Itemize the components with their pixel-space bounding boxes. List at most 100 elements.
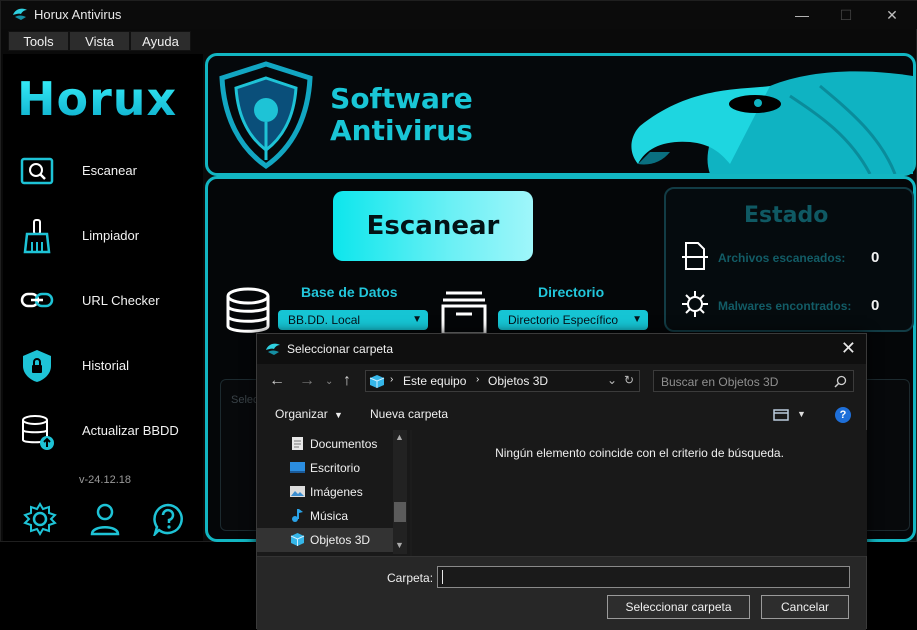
sidebar-item-label: Actualizar BBDD bbox=[82, 423, 179, 438]
forward-arrow-icon[interactable]: → bbox=[299, 372, 315, 390]
database-select-value: BB.DD. Local bbox=[288, 313, 361, 327]
sidebar-item-actualizar-bbdd[interactable]: Actualizar BBDD bbox=[3, 406, 203, 456]
close-icon[interactable]: ✕ bbox=[841, 338, 856, 359]
scroll-down-icon[interactable]: ▼ bbox=[395, 540, 404, 550]
header-title-line1: Software bbox=[330, 82, 473, 115]
files-scanned-label: Archivos escaneados: bbox=[718, 251, 846, 265]
help-icon[interactable] bbox=[151, 502, 185, 536]
music-note-icon bbox=[292, 509, 303, 522]
caret-down-icon: ▼ bbox=[334, 410, 343, 420]
recent-chevron-icon[interactable]: ⌄ bbox=[325, 376, 333, 387]
database-icon bbox=[226, 287, 270, 333]
database-select[interactable]: BB.DD. Local ▼ bbox=[278, 310, 428, 330]
new-folder-button[interactable]: Nueva carpeta bbox=[370, 407, 448, 421]
files-scanned-value: 0 bbox=[871, 249, 880, 266]
shield-lock-icon bbox=[23, 350, 51, 382]
nav-item-label: Imágenes bbox=[310, 485, 363, 499]
chevron-down-icon: ▼ bbox=[412, 314, 422, 325]
menu-tools[interactable]: Tools bbox=[8, 31, 69, 51]
chevron-down-icon: ▼ bbox=[632, 314, 642, 325]
header-banner: Software Antivirus bbox=[205, 53, 916, 176]
nav-scrollbar[interactable]: ▲ ▼ bbox=[393, 430, 407, 554]
directory-label: Directorio bbox=[538, 284, 605, 300]
breadcrumb-objetos-3d[interactable]: Objetos 3D bbox=[488, 374, 548, 388]
select-folder-dialog: Seleccionar carpeta ✕ ← → ⌄ ↑ › Este equ… bbox=[256, 333, 867, 630]
text-caret bbox=[442, 570, 443, 584]
scroll-up-icon[interactable]: ▲ bbox=[395, 432, 404, 442]
status-title: Estado bbox=[744, 203, 829, 228]
search-placeholder: Buscar en Objetos 3D bbox=[661, 375, 779, 389]
virus-icon bbox=[682, 291, 708, 317]
user-icon[interactable] bbox=[89, 502, 121, 536]
eagle-logo-icon bbox=[13, 8, 27, 20]
scan-icon bbox=[20, 157, 54, 185]
header-title-line2: Antivirus bbox=[330, 114, 473, 147]
sidebar-item-label: Escanear bbox=[82, 163, 137, 178]
malware-found-label: Malwares encontrados: bbox=[718, 299, 852, 313]
menu-ayuda[interactable]: Ayuda bbox=[130, 31, 191, 51]
database-label: Base de Datos bbox=[301, 284, 398, 300]
maximize-button[interactable]: ☐ bbox=[823, 3, 869, 27]
sidebar-item-escanear[interactable]: Escanear bbox=[3, 146, 203, 196]
file-scan-icon bbox=[682, 242, 708, 270]
eagle-head-icon bbox=[631, 71, 913, 174]
sidebar-item-limpiador[interactable]: Limpiador bbox=[3, 211, 203, 261]
close-button[interactable]: ✕ bbox=[869, 3, 915, 27]
database-update-icon bbox=[22, 415, 54, 450]
nav-item-imagenes[interactable]: Imágenes bbox=[257, 480, 395, 504]
version-label: v-24.12.18 bbox=[79, 474, 131, 486]
nav-item-musica[interactable]: Música bbox=[257, 504, 395, 528]
cancel-button[interactable]: Cancelar bbox=[761, 595, 849, 619]
file-list-pane: Ningún elemento coincide con el criterio… bbox=[412, 430, 867, 556]
sidebar-item-historial[interactable]: Historial bbox=[3, 341, 203, 391]
breadcrumb-separator-icon: › bbox=[476, 374, 480, 385]
nav-item-documentos[interactable]: Documentos bbox=[257, 432, 395, 456]
search-icon bbox=[834, 375, 847, 388]
nav-item-objetos-3d[interactable]: Objetos 3D bbox=[257, 528, 395, 552]
dialog-title-bar: Seleccionar carpeta ✕ bbox=[257, 334, 866, 364]
dialog-title: Seleccionar carpeta bbox=[287, 342, 394, 356]
nav-item-label: Música bbox=[310, 509, 349, 523]
nav-item-label: Documentos bbox=[310, 437, 378, 451]
pictures-icon bbox=[290, 486, 305, 497]
search-input[interactable]: Buscar en Objetos 3D bbox=[653, 370, 854, 392]
refresh-icon[interactable]: ↻ bbox=[624, 373, 634, 387]
title-bar: Horux Antivirus — ☐ ✕ bbox=[1, 1, 917, 29]
chevron-down-icon[interactable]: ⌄ bbox=[607, 373, 617, 387]
nav-item-label: Escritorio bbox=[310, 461, 361, 475]
shield-emblem-icon bbox=[219, 61, 313, 170]
directory-select-value: Directorio Específico bbox=[508, 313, 619, 327]
directory-select[interactable]: Directorio Específico ▼ bbox=[498, 310, 648, 330]
malware-found-value: 0 bbox=[871, 297, 880, 314]
desktop-icon bbox=[290, 462, 305, 473]
sidebar-item-label: URL Checker bbox=[82, 293, 160, 308]
window-title: Horux Antivirus bbox=[34, 7, 122, 22]
scan-button[interactable]: Escanear bbox=[333, 191, 533, 261]
minimize-button[interactable]: — bbox=[779, 3, 825, 27]
caret-down-icon[interactable]: ▼ bbox=[797, 409, 806, 419]
folder-label: Carpeta: bbox=[387, 571, 434, 585]
breadcrumb-separator-icon: › bbox=[390, 374, 394, 385]
menu-vista[interactable]: Vista bbox=[69, 31, 130, 51]
3d-objects-icon bbox=[369, 375, 385, 388]
scroll-thumb[interactable] bbox=[394, 502, 406, 522]
view-options-icon[interactable] bbox=[773, 409, 789, 421]
navigation-pane: Documentos Escritorio Imágenes Música Ob… bbox=[257, 430, 410, 556]
up-arrow-icon[interactable]: ↑ bbox=[343, 372, 351, 390]
3d-objects-icon bbox=[290, 533, 305, 546]
address-row: ← → ⌄ ↑ › Este equipo › Objetos 3D ⌄ ↻ B… bbox=[257, 364, 866, 400]
help-icon[interactable]: ? bbox=[835, 407, 851, 423]
nav-item-escritorio[interactable]: Escritorio bbox=[257, 456, 395, 480]
organize-button[interactable]: Organizar ▼ bbox=[275, 407, 343, 421]
dialog-toolbar: Organizar ▼ Nueva carpeta ▼ ? bbox=[257, 400, 866, 430]
organize-label: Organizar bbox=[275, 407, 328, 421]
gear-icon[interactable] bbox=[23, 502, 57, 536]
select-folder-button[interactable]: Seleccionar carpeta bbox=[607, 595, 750, 619]
sidebar-item-url-checker[interactable]: URL Checker bbox=[3, 276, 203, 326]
link-icon bbox=[20, 292, 54, 308]
sidebar-item-label: Limpiador bbox=[82, 228, 140, 243]
back-arrow-icon[interactable]: ← bbox=[269, 372, 285, 390]
breadcrumb-este-equipo[interactable]: Este equipo bbox=[403, 374, 466, 388]
folder-input[interactable] bbox=[437, 566, 850, 588]
address-bar[interactable]: › Este equipo › Objetos 3D ⌄ ↻ bbox=[365, 370, 640, 392]
